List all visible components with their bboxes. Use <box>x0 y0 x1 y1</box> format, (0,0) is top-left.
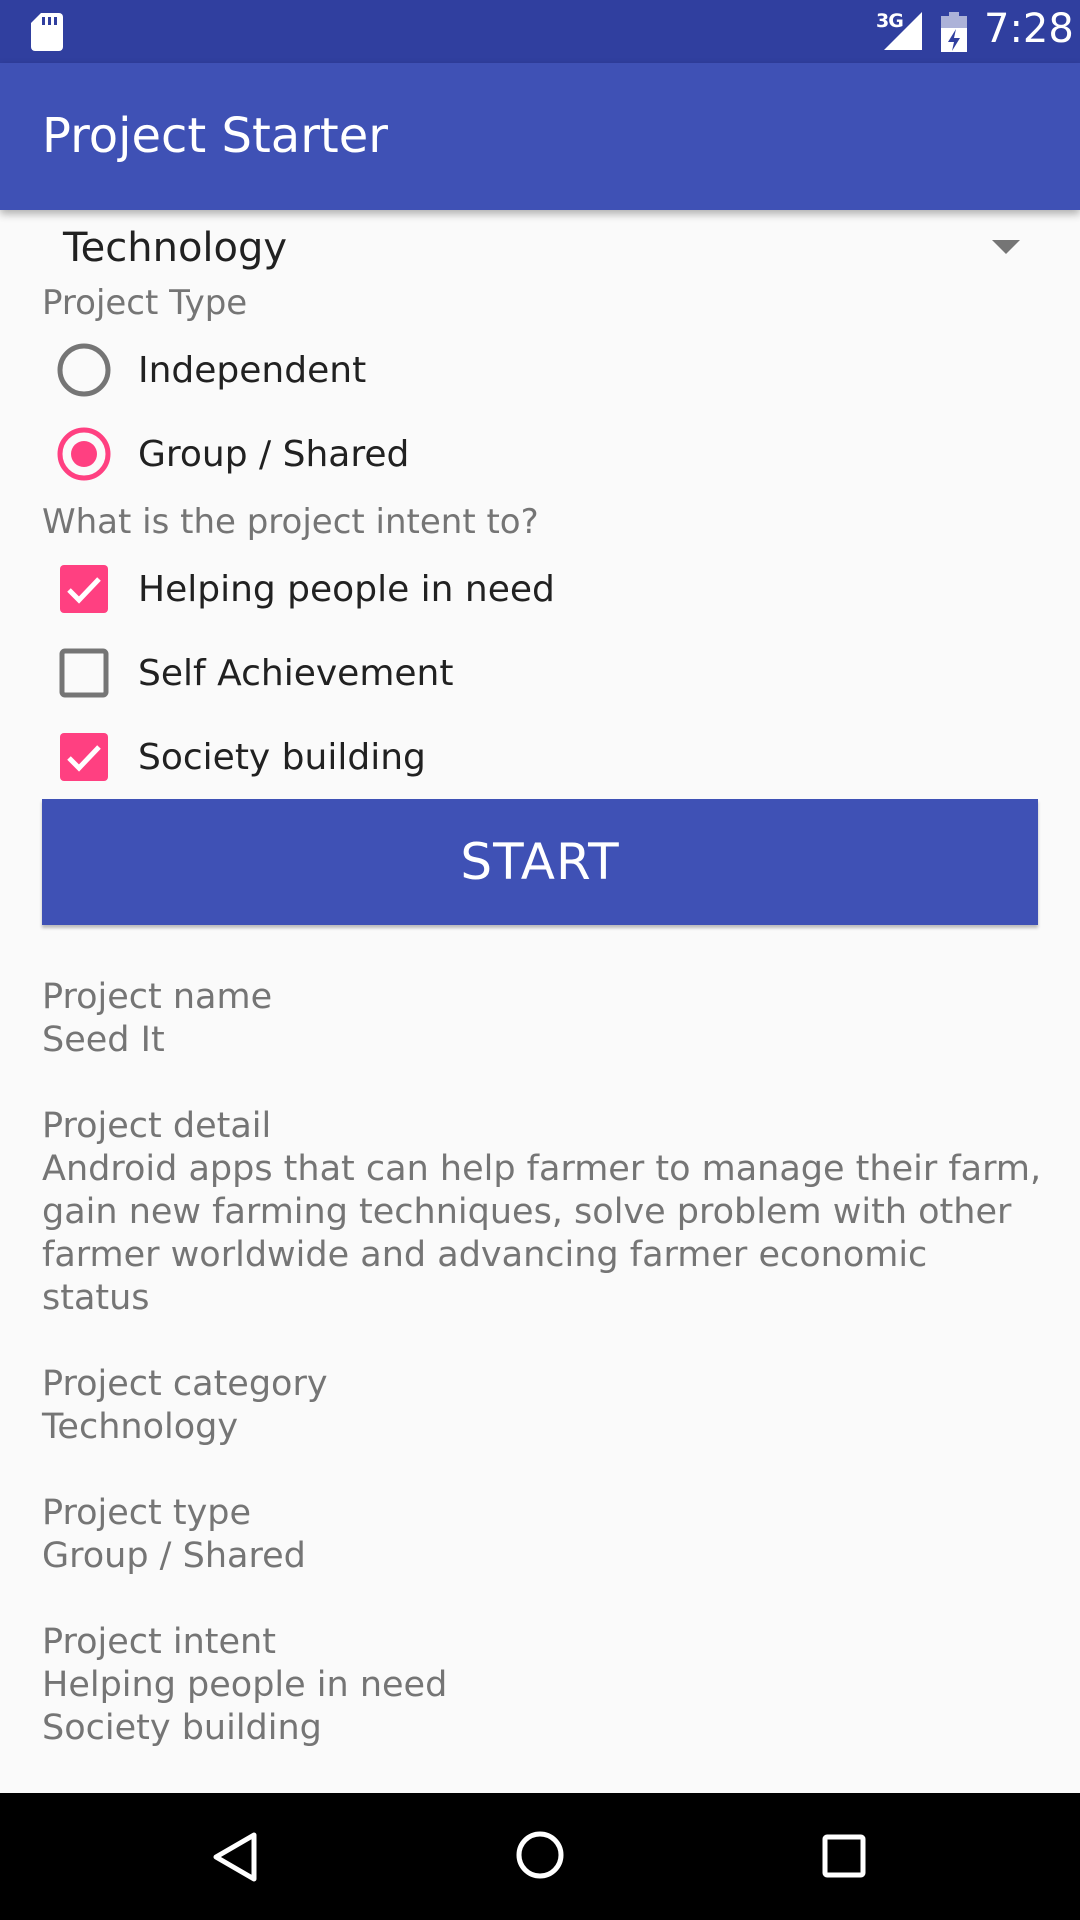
summary-name-value: Seed It <box>42 1020 165 1060</box>
summary-name: Project name Seed It <box>42 976 1042 1062</box>
summary-name-label: Project name <box>42 977 273 1017</box>
signal-icon <box>884 12 922 50</box>
summary-intent: Project intent Helping people in need So… <box>42 1621 1042 1750</box>
sd-card-icon <box>31 13 63 51</box>
radio-group-shared[interactable]: Group / Shared <box>56 426 409 482</box>
app-bar: Project Starter <box>0 63 1080 210</box>
summary-detail: Project detail Android apps that can hel… <box>42 1105 1042 1320</box>
summary-type-value: Group / Shared <box>42 1536 306 1576</box>
clock: 7:28 <box>984 6 1074 52</box>
summary-category-value: Technology <box>42 1407 239 1447</box>
project-summary: Project name Seed It Project detail Andr… <box>42 976 1042 1793</box>
recent-apps-icon[interactable] <box>822 1834 866 1878</box>
checkbox-society-building[interactable]: Society building <box>56 729 426 785</box>
home-icon[interactable] <box>515 1830 565 1880</box>
app-title: Project Starter <box>42 108 389 164</box>
checkbox-helping-people-label: Helping people in need <box>138 568 555 610</box>
radio-unchecked-icon <box>57 343 111 397</box>
status-bar: 3G 7:28 <box>0 0 1080 63</box>
summary-intent-label: Project intent <box>42 1622 276 1662</box>
dropdown-arrow-icon <box>992 240 1020 254</box>
battery-charging-icon <box>941 12 967 52</box>
back-icon[interactable] <box>212 1831 258 1883</box>
checkbox-society-building-label: Society building <box>138 736 426 778</box>
radio-checked-icon <box>57 427 111 481</box>
summary-detail-label: Project detail <box>42 1106 272 1146</box>
summary-type-label: Project type <box>42 1493 252 1533</box>
project-type-label: Project Type <box>42 283 248 323</box>
intent-label: What is the project intent to? <box>42 502 539 542</box>
checkbox-checked-icon <box>60 565 108 613</box>
checkbox-checked-icon <box>60 733 108 781</box>
summary-type: Project type Group / Shared <box>42 1492 1042 1578</box>
checkbox-self-achievement-label: Self Achievement <box>138 652 454 694</box>
checkbox-helping-people[interactable]: Helping people in need <box>56 561 555 617</box>
category-spinner-value: Technology <box>63 225 288 271</box>
checkbox-self-achievement[interactable]: Self Achievement <box>56 645 453 701</box>
radio-independent-label: Independent <box>138 349 367 391</box>
summary-category-label: Project category <box>42 1364 328 1404</box>
summary-detail-value: Android apps that can help farmer to man… <box>42 1149 1042 1318</box>
checkbox-unchecked-icon <box>59 648 109 698</box>
summary-intent-value: Society building <box>42 1708 322 1748</box>
navigation-bar <box>0 1793 1080 1920</box>
radio-independent[interactable]: Independent <box>56 342 366 398</box>
start-button[interactable]: START <box>42 799 1038 925</box>
radio-group-shared-label: Group / Shared <box>138 433 410 475</box>
summary-intent-value: Helping people in need <box>42 1665 448 1705</box>
summary-category: Project category Technology <box>42 1363 1042 1449</box>
main-content[interactable]: Technology Project Type Independent Grou… <box>0 210 1080 1793</box>
